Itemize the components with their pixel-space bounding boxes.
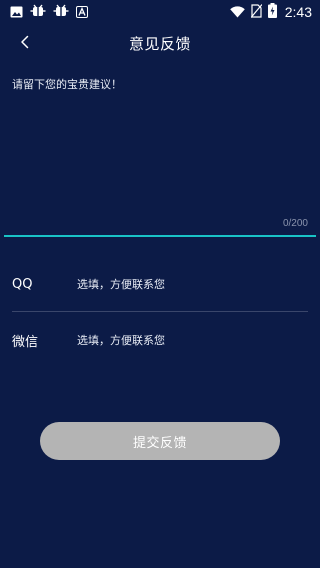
font-a-icon xyxy=(76,3,88,22)
feedback-area: 0/200 xyxy=(0,62,320,238)
battery-charging-icon xyxy=(267,2,277,22)
row-divider xyxy=(12,311,308,312)
qq-label: QQ xyxy=(12,276,33,292)
page-title: 意见反馈 xyxy=(128,35,191,53)
status-right-icons: 2:43 xyxy=(229,2,312,22)
feedback-textarea[interactable] xyxy=(12,76,308,196)
feedback-accent-line xyxy=(4,235,316,237)
status-time: 2:43 xyxy=(284,4,312,20)
no-sim-icon xyxy=(250,3,263,22)
wechat-row: 微信 xyxy=(12,325,308,355)
status-bar: 2:43 xyxy=(0,0,320,24)
bug-icon xyxy=(53,3,69,22)
bug-icon xyxy=(30,3,46,22)
wechat-input[interactable] xyxy=(77,333,308,347)
char-counter: 0/200 xyxy=(282,218,308,229)
wechat-label: 微信 xyxy=(12,334,39,350)
submit-feedback-button[interactable]: 提交反馈 xyxy=(40,422,280,460)
qq-input[interactable] xyxy=(77,277,308,291)
nav-bar: 意见反馈 xyxy=(0,24,320,62)
wifi-icon xyxy=(229,3,245,22)
status-left-icons xyxy=(10,4,88,20)
qq-row: QQ xyxy=(12,269,308,299)
image-icon xyxy=(10,3,23,22)
